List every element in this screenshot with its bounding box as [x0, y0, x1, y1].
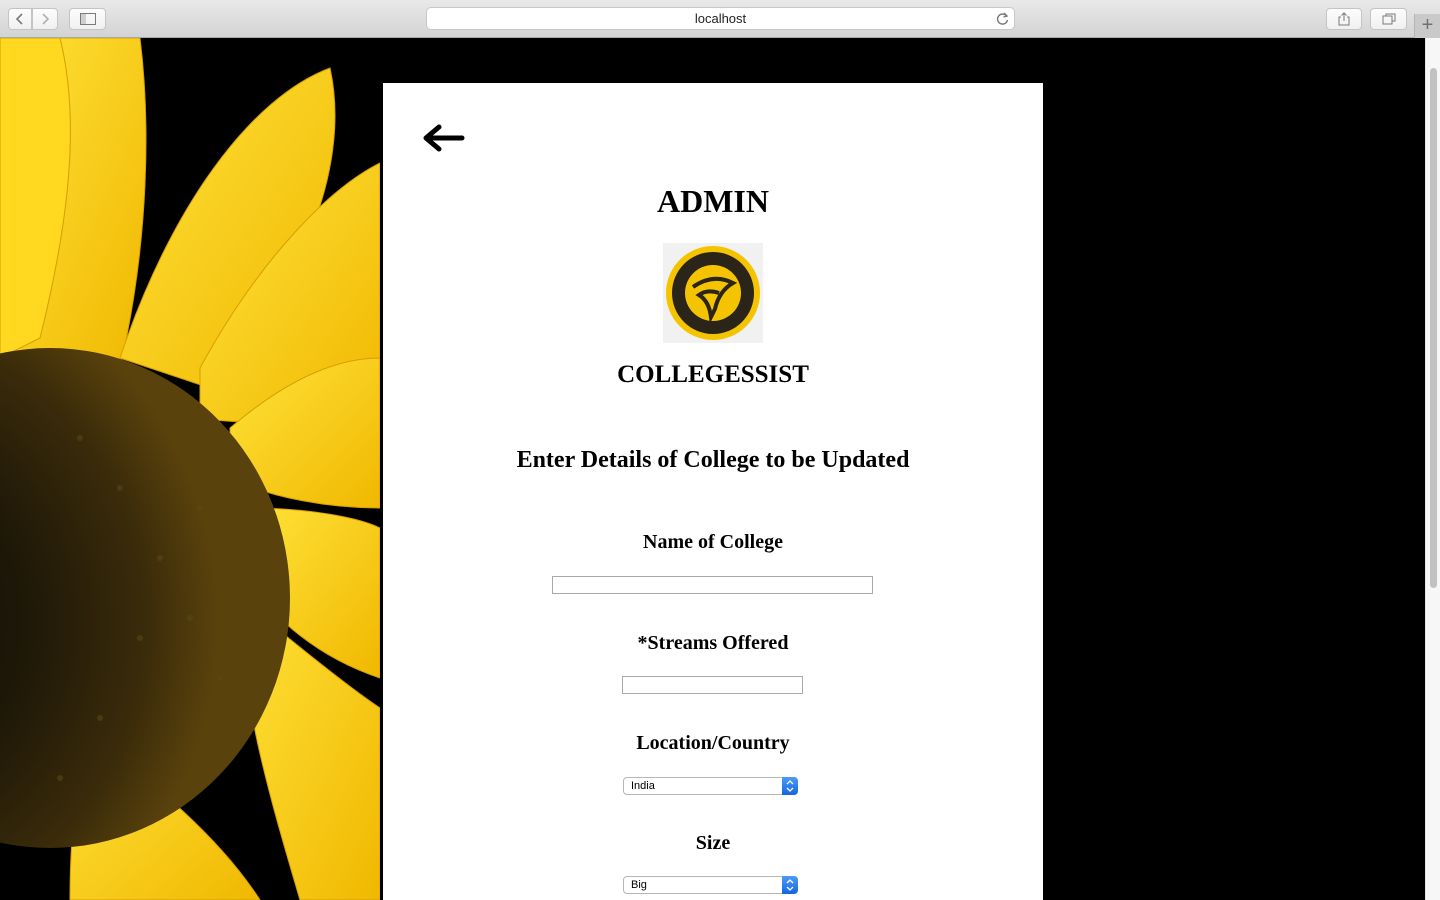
tab-overview-button[interactable]: [1370, 8, 1407, 30]
sidebar-toggle-button[interactable]: [69, 8, 106, 30]
forward-nav-button[interactable]: [32, 8, 58, 30]
address-bar[interactable]: localhost: [426, 7, 1015, 30]
college-name-input[interactable]: [552, 576, 873, 594]
streams-input[interactable]: [622, 676, 803, 694]
address-text: localhost: [694, 11, 747, 26]
vertical-scrollbar[interactable]: [1425, 38, 1440, 900]
new-tab-button[interactable]: +: [1414, 14, 1440, 38]
sidebar-icon: [79, 13, 96, 25]
back-nav-button[interactable]: [8, 8, 32, 30]
page-viewport: ADMIN COLLEGESSIST Enter Details of Coll…: [0, 38, 1425, 900]
size-selected-value: Big: [631, 879, 647, 891]
back-arrow-icon[interactable]: [421, 123, 465, 153]
scrollbar-thumb[interactable]: [1430, 68, 1437, 588]
size-select[interactable]: Big: [623, 876, 798, 894]
chevron-right-icon: [42, 13, 50, 25]
form-heading: Enter Details of College to be Updated: [516, 447, 910, 473]
streams-label: *Streams Offered: [637, 632, 789, 654]
share-button[interactable]: [1326, 8, 1362, 30]
size-label: Size: [695, 832, 731, 854]
sunflower-background-image: [0, 38, 380, 900]
brand-name: COLLEGESSIST: [617, 361, 809, 388]
browser-toolbar: localhost +: [0, 0, 1440, 38]
tabs-icon: [1382, 13, 1395, 25]
location-select[interactable]: India: [623, 777, 798, 795]
share-icon: [1338, 12, 1350, 26]
college-name-label: Name of College: [643, 531, 783, 553]
collegessist-logo: [663, 243, 763, 343]
page-title: ADMIN: [657, 183, 769, 219]
location-selected-value: India: [631, 780, 655, 792]
admin-form-card: ADMIN COLLEGESSIST Enter Details of Coll…: [383, 83, 1043, 900]
location-label: Location/Country: [636, 732, 790, 754]
reload-icon[interactable]: [996, 11, 1009, 33]
select-caret-icon: [782, 876, 798, 894]
select-caret-icon: [782, 777, 798, 795]
chevron-left-icon: [15, 13, 23, 25]
